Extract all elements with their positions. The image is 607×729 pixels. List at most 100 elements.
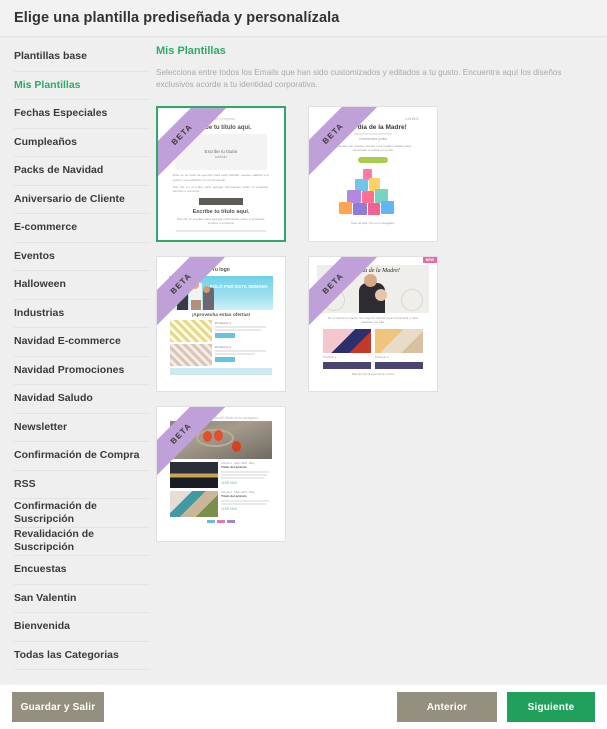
save-and-exit-button[interactable]: Guardar y Salir: [12, 692, 104, 722]
thumb-body-1: Este es un texto de ejemplo para esta pl…: [173, 173, 269, 182]
thumb-article-row: Artículo 1 · Mayo 2021 · Blog Título del…: [170, 461, 272, 488]
sidebar-item-label: Confirmación de Compra: [14, 449, 140, 462]
sidebar-item-todas-las-categorias[interactable]: Todas las Categorias: [14, 642, 150, 670]
template-grid: BETA nombre y empresa Escribe tu título …: [156, 105, 585, 542]
sidebar-item-navidad-saludo[interactable]: Navidad Saludo: [14, 385, 150, 414]
page-header: Elige una plantilla prediseñada y person…: [0, 0, 607, 37]
thumb-product-name: Producto 1: [323, 354, 337, 359]
sidebar-item-navidad-e-commerce[interactable]: Navidad E-commerce: [14, 328, 150, 357]
sidebar-item-rss[interactable]: RSS: [14, 471, 150, 499]
sidebar-item-mis-plantillas[interactable]: Mis Plantillas: [14, 72, 150, 100]
thumb-product-button: [323, 362, 371, 370]
beta-ribbon-label: BETA: [168, 270, 194, 296]
sidebar-item-eventos[interactable]: Eventos: [14, 243, 150, 271]
template-chooser-page: Elige una plantilla prediseñada y person…: [0, 0, 607, 729]
thumb-article-link: LEER MÁS: [221, 507, 238, 512]
thumb-body: En el día de la madre, las mejores ofert…: [328, 315, 418, 325]
next-button[interactable]: Siguiente: [507, 692, 595, 722]
sidebar-item-cumplea-os[interactable]: Cumpleaños: [14, 129, 150, 157]
sidebar-item-label: Revalidación de Suscripción: [14, 528, 94, 554]
wizard-footer: Guardar y Salir Anterior Siguiente: [0, 685, 607, 729]
thumb-body-2: Haz clic en el editor para agregar infor…: [173, 184, 269, 194]
sidebar-item-label: Mis Plantillas: [14, 78, 81, 91]
sidebar-item-label: Navidad E-commerce: [14, 335, 121, 348]
sidebar-item-navidad-promociones[interactable]: Navidad Promociones: [14, 357, 150, 385]
sidebar-item-label: Fechas Especiales: [14, 107, 108, 120]
thumb-body-3: Haz clic en el editor para agregar infor…: [176, 216, 266, 226]
templates-panel: Mis Plantillas Selecciona entre todos lo…: [150, 37, 607, 685]
sidebar-item-halloween[interactable]: Halloween: [14, 271, 150, 300]
sidebar-item-label: Navidad Promociones: [14, 363, 125, 376]
sidebar-item-label: Halloween: [14, 278, 66, 291]
sidebar-item-confirmaci-n-de-compra[interactable]: Confirmación de Compra: [14, 442, 150, 471]
thumb-hero-title: Escribe tu titular: [204, 148, 238, 154]
template-card[interactable]: BETA ¿No puedes ver este email? Míralo e…: [156, 405, 286, 542]
sidebar-item-industrias[interactable]: Industrias: [14, 300, 150, 328]
sidebar-item-bienvenida[interactable]: Bienvenida: [14, 613, 150, 642]
thumb-footer-cta: [170, 367, 272, 375]
beta-ribbon-label: BETA: [320, 120, 346, 146]
sidebar-item-label: Bienvenida: [14, 620, 71, 633]
thumb-product-button: [215, 333, 235, 339]
sidebar-item-confirmaci-n-de-suscripci-n[interactable]: Confirmación de Suscripción: [14, 499, 150, 528]
sidebar-item-fechas-especiales[interactable]: Fechas Especiales: [14, 100, 150, 129]
thumb-article-title: Título del artículo: [221, 494, 247, 499]
template-card[interactable]: BETA LOGO ¡Feliz día de la Madre! Celebr…: [308, 105, 438, 242]
sidebar-item-label: Encuestas: [14, 563, 67, 576]
thumb-product-row: Producto 2: [170, 343, 272, 366]
sidebar-item-label: E-commerce: [14, 221, 78, 234]
template-card[interactable]: BETA nombre y empresa Escribe tu título …: [156, 105, 286, 242]
thumb-hero-text: SOLO POR ESTA SEMANA: [209, 283, 268, 289]
thumb-product-name: Producto 1: [215, 320, 232, 325]
thumb-product-row: Producto 1 Producto 2: [323, 328, 423, 370]
sidebar-item-e-commerce[interactable]: E-commerce: [14, 214, 150, 243]
sidebar-item-packs-de-navidad[interactable]: Packs de Navidad: [14, 157, 150, 186]
thumb-product-button: [215, 357, 235, 363]
thumb-cta-button: [199, 197, 243, 205]
template-card[interactable]: BETA Tu logo SOLO POR ESTA SEMANA ¡Aprov…: [156, 255, 286, 392]
thumb-gifts-illustration: [317, 167, 429, 219]
thumb-hero-sub: subtítulo: [214, 155, 228, 160]
template-card[interactable]: BETA NEW Feliz día de la Madre! En el dí…: [308, 255, 438, 392]
sidebar-item-label: Navidad Saludo: [14, 392, 93, 405]
thumb-cta-button: [358, 156, 388, 163]
sidebar-item-aniversario-de-cliente[interactable]: Aniversario de Cliente: [14, 186, 150, 214]
thumb-article-link: LEER MÁS: [221, 481, 238, 486]
thumb-product-name: Producto 2: [375, 354, 389, 359]
sidebar-item-encuestas[interactable]: Encuestas: [14, 556, 150, 585]
panel-description: Selecciona entre todos los Emails que ha…: [156, 68, 562, 90]
sidebar-item-label: Plantillas base: [14, 50, 87, 63]
thumb-social-dots: [165, 519, 277, 523]
beta-ribbon-label: BETA: [320, 270, 346, 296]
sidebar-item-label: Industrias: [14, 306, 65, 319]
page-title: Elige una plantilla prediseñada y person…: [14, 10, 340, 26]
sidebar-item-label: RSS: [14, 477, 36, 490]
sidebar-item-label: Eventos: [14, 249, 55, 262]
previous-button[interactable]: Anterior: [397, 692, 497, 722]
thumb-product-button: [375, 362, 423, 370]
sidebar-item-label: San Valentin: [14, 591, 77, 604]
beta-ribbon-label: BETA: [169, 121, 195, 147]
page-body: Plantillas base Mis Plantillas Fechas Espe…: [0, 37, 607, 685]
sidebar-item-newsletter[interactable]: Newsletter: [14, 414, 150, 442]
thumb-article-row: Artículo 2 · Mayo 2021 · Blog Título del…: [170, 490, 272, 517]
beta-ribbon-label: BETA: [168, 420, 194, 446]
sidebar-item-label: Todas las Categorias: [14, 648, 119, 661]
new-badge: NEW: [422, 256, 437, 263]
thumb-section-title: ¡Aprovecha estas ofertas!: [191, 312, 251, 318]
thumb-footer: Date de baja de esta lista de correos: [351, 373, 395, 377]
panel-title: Mis Plantillas: [156, 45, 226, 57]
thumb-product-name: Producto 2: [215, 344, 232, 349]
sidebar-item-label: Confirmación de Suscripción: [14, 499, 97, 525]
sidebar-item-label: Newsletter: [14, 420, 68, 433]
sidebar-item-label: Packs de Navidad: [14, 164, 104, 177]
category-sidebar: Plantillas base Mis Plantillas Fechas Espe…: [0, 37, 150, 685]
sidebar-item-revalidaci-n-de-suscripci-n[interactable]: Revalidación de Suscripción: [14, 528, 150, 556]
sidebar-item-label: Cumpleaños: [14, 135, 78, 148]
thumb-article-title: Título del artículo: [221, 465, 247, 470]
sidebar-item-label: Aniversario de Cliente: [14, 192, 125, 205]
sidebar-item-san-valentin[interactable]: San Valentin: [14, 585, 150, 613]
sidebar-item-plantillas-base[interactable]: Plantillas base: [14, 43, 150, 72]
thumb-footer: Date de baja | Ver en el navegador: [351, 220, 395, 225]
thumb-product-row: Producto 1: [170, 319, 272, 342]
